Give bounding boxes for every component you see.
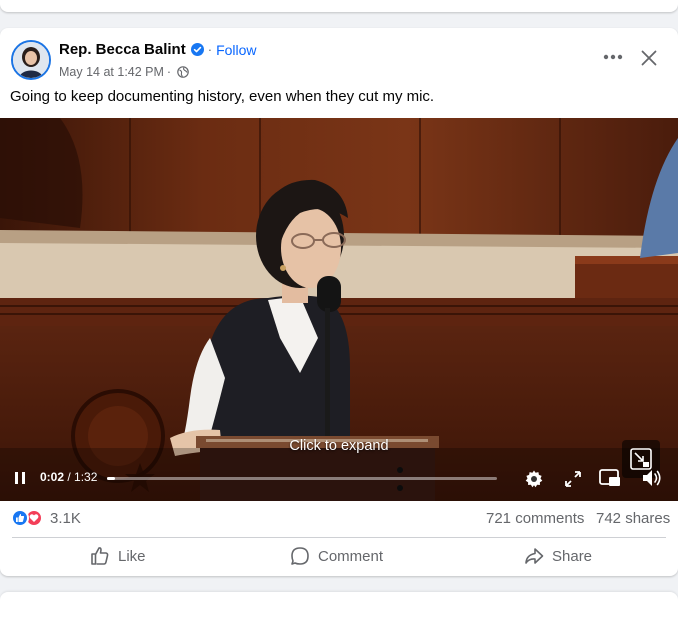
share-label: Share — [552, 547, 593, 565]
reaction-count: 3.1K — [50, 509, 81, 527]
pause-icon — [15, 472, 25, 484]
volume-button[interactable] — [639, 466, 665, 490]
post-meta: May 14 at 1:42 PM · — [59, 65, 189, 79]
globe-icon — [177, 66, 189, 78]
fullscreen-button[interactable] — [561, 467, 585, 491]
close-icon[interactable] — [637, 46, 661, 70]
next-post-card — [0, 592, 678, 622]
heart-icon — [29, 514, 39, 522]
post-actions: Like Comment Share — [0, 538, 678, 576]
like-label: Like — [118, 547, 146, 565]
post-card: Rep. Becca Balint · Follow May 14 at 1:4… — [0, 28, 678, 576]
video-controls: 0:02 / 1:32 — [0, 456, 678, 501]
progress-bar[interactable] — [107, 477, 497, 480]
follow-button[interactable]: Follow — [216, 42, 256, 58]
reactions-summary[interactable]: 3.1K — [11, 509, 81, 527]
author-avatar[interactable] — [11, 40, 51, 80]
volume-icon — [643, 470, 661, 486]
picture-in-picture-icon — [599, 469, 620, 486]
comment-icon — [291, 547, 309, 565]
comments-count[interactable]: 721 comments — [486, 510, 584, 527]
meta-separator: · — [166, 65, 172, 79]
thumbs-up-icon — [16, 514, 25, 522]
post-text: Going to keep documenting history, even … — [10, 88, 435, 105]
x-icon — [641, 50, 657, 66]
avatar-image — [13, 42, 49, 78]
video-time: 0:02 / 1:32 — [40, 470, 97, 484]
separator-dot: · — [207, 42, 213, 57]
post-header: Rep. Becca Balint · Follow May 14 at 1:4… — [0, 28, 678, 88]
current-time: 0:02 — [40, 470, 65, 484]
more-options-icon[interactable] — [600, 46, 626, 68]
post-stats: 3.1K 721 comments 742 shares — [0, 501, 678, 537]
post-timestamp[interactable]: May 14 at 1:42 PM — [59, 65, 164, 79]
pause-button[interactable] — [10, 468, 30, 488]
like-reaction-icon — [11, 509, 29, 527]
like-button[interactable]: Like — [90, 538, 146, 574]
ellipsis-icon — [603, 54, 623, 60]
click-to-expand-label[interactable]: Click to expand — [0, 438, 678, 454]
settings-button[interactable] — [522, 467, 546, 491]
progress-fill — [107, 477, 115, 480]
comment-label: Comment — [318, 547, 384, 565]
mini-player-button[interactable] — [597, 466, 623, 490]
video-player[interactable]: Click to expand 0:02 / 1:32 — [0, 118, 678, 501]
previous-post-card — [0, 0, 678, 12]
share-button[interactable]: Share — [524, 538, 592, 574]
author-name[interactable]: Rep. Becca Balint — [59, 41, 186, 58]
time-separator: / — [64, 470, 75, 484]
verified-badge-icon — [190, 43, 204, 56]
gear-icon — [525, 470, 543, 488]
like-icon — [91, 547, 109, 565]
share-icon — [525, 548, 544, 564]
duration: 1:32 — [74, 470, 98, 484]
comment-button[interactable]: Comment — [290, 538, 383, 574]
shares-count[interactable]: 742 shares — [596, 510, 670, 527]
author-row: Rep. Becca Balint · Follow — [59, 41, 257, 58]
fullscreen-icon — [565, 471, 581, 487]
